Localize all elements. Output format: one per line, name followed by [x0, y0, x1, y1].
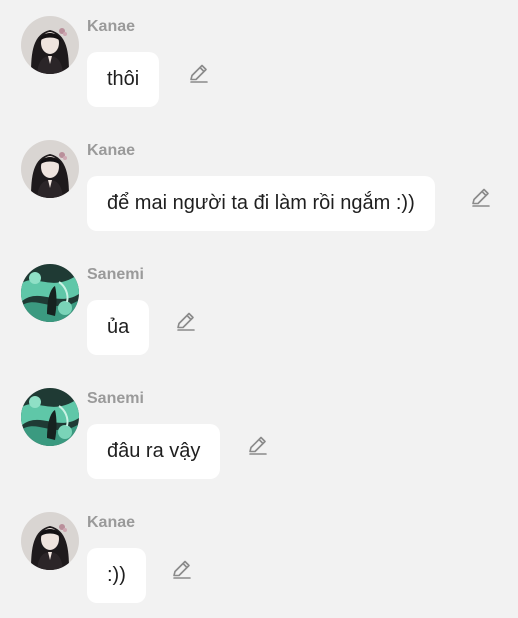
pencil-icon[interactable]: [470, 186, 492, 208]
message-bubble: đâu ra vậy: [87, 424, 221, 479]
sanemi-avatar-image: [21, 264, 79, 322]
sender-name: Kanae: [87, 18, 136, 35]
kanae-avatar-image: [21, 16, 79, 74]
sender-name: Kanae: [87, 142, 136, 159]
avatar-kanae[interactable]: [21, 140, 79, 198]
message-row: Kanae thôi: [0, 0, 518, 124]
message-row: Kanae để mai người ta đi làm rồi ngắm :)…: [0, 124, 518, 248]
message-row: Sanemi đâu ra vậy: [0, 372, 518, 496]
sender-name: Kanae: [87, 514, 136, 531]
avatar-sanemi[interactable]: [21, 264, 79, 322]
avatar-kanae[interactable]: [21, 512, 79, 570]
message-bubble: để mai người ta đi làm rồi ngắm :)): [87, 176, 435, 231]
message-bubble: :)): [87, 548, 146, 603]
chat-thread: Kanae thôi Kanae để mai người ta đi làm …: [0, 0, 518, 618]
avatar-kanae[interactable]: [21, 16, 79, 74]
sanemi-avatar-image: [21, 388, 79, 446]
avatar-sanemi[interactable]: [21, 388, 79, 446]
kanae-avatar-image: [21, 512, 79, 570]
message-row: Kanae :)): [0, 496, 518, 618]
sender-name: Sanemi: [87, 390, 144, 407]
pencil-icon[interactable]: [188, 62, 210, 84]
pencil-icon[interactable]: [175, 310, 197, 332]
sender-name: Sanemi: [87, 266, 144, 283]
kanae-avatar-image: [21, 140, 79, 198]
message-bubble: ủa: [87, 300, 150, 355]
pencil-icon[interactable]: [247, 434, 269, 456]
pencil-icon[interactable]: [171, 558, 193, 580]
message-bubble: thôi: [87, 52, 160, 107]
message-row: Sanemi ủa: [0, 248, 518, 372]
